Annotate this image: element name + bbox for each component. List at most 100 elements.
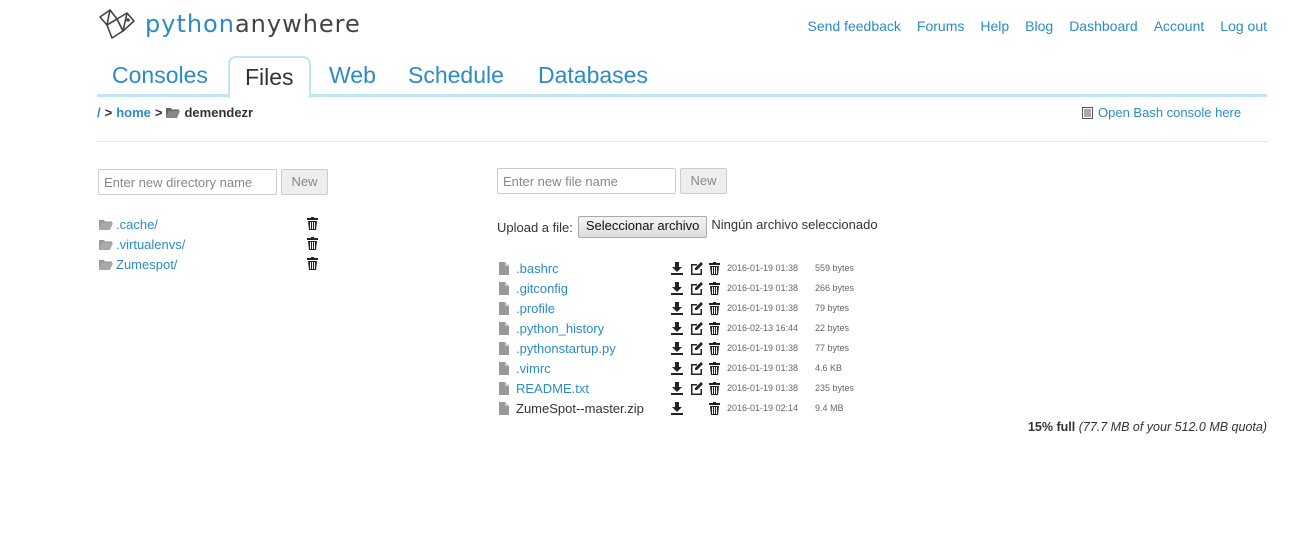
file-icon	[499, 322, 509, 335]
directory-link[interactable]: Zumespot/	[116, 257, 177, 272]
download-icon[interactable]	[671, 362, 683, 375]
file-size: 9.4 MB	[815, 403, 844, 413]
folder-open-icon	[166, 108, 181, 118]
delete-file-icon[interactable]	[709, 262, 720, 275]
quota-detail: (77.7 MB of your 512.0 MB quota)	[1078, 420, 1267, 434]
file-date: 2016-01-19 01:38	[727, 263, 799, 273]
folder-icon	[99, 259, 113, 270]
main-tabs: Consoles Files Web Schedule Databases	[97, 56, 1267, 98]
nav-help[interactable]: Help	[980, 18, 1009, 34]
logo[interactable]: pythonanywhere	[97, 6, 361, 42]
file-link[interactable]: README.txt	[516, 381, 589, 396]
new-file-button[interactable]: New	[680, 168, 727, 194]
file-date: 2016-01-19 02:14	[727, 403, 799, 413]
file-size: 77 bytes	[815, 343, 850, 353]
breadcrumb: / > home > demendezr	[97, 105, 253, 120]
directory-item: .virtualenvs/	[99, 235, 185, 253]
file-link[interactable]: .gitconfig	[516, 281, 568, 296]
directory-link[interactable]: .virtualenvs/	[116, 237, 185, 252]
file-link[interactable]: .python_history	[516, 321, 604, 336]
nav-forums[interactable]: Forums	[917, 18, 964, 34]
open-bash-console-link[interactable]: Open Bash console here	[1082, 105, 1241, 120]
download-icon[interactable]	[671, 322, 683, 335]
download-icon[interactable]	[671, 382, 683, 395]
nav-send-feedback[interactable]: Send feedback	[808, 18, 901, 34]
edit-icon[interactable]	[690, 302, 703, 315]
delete-file-icon[interactable]	[709, 342, 720, 355]
edit-icon[interactable]	[690, 282, 703, 295]
edit-icon[interactable]	[690, 322, 703, 335]
nav-account[interactable]: Account	[1154, 18, 1205, 34]
tab-databases[interactable]: Databases	[538, 56, 648, 94]
file-date: 2016-01-19 01:38	[727, 363, 799, 373]
file-row: .bashrc 2016-01-19 01:38 559 bytes	[499, 260, 919, 278]
file-row: README.txt 2016-01-19 01:38 235 bytes	[499, 380, 919, 398]
file-icon	[499, 402, 509, 415]
open-bash-console-label: Open Bash console here	[1098, 105, 1242, 120]
file-row: ZumeSpot--master.zip 2016-01-19 02:14 9.4 …	[499, 400, 919, 418]
file-link[interactable]: .profile	[516, 301, 555, 316]
upload-row: Upload a file: Seleccionar archivo Ningú…	[497, 216, 878, 238]
delete-directory-icon[interactable]	[307, 217, 318, 230]
top-nav: Send feedback Forums Help Blog Dashboard…	[808, 18, 1268, 34]
nav-blog[interactable]: Blog	[1025, 18, 1053, 34]
file-icon	[499, 282, 509, 295]
new-directory-input[interactable]	[98, 169, 277, 195]
python-anywhere-logo-icon	[99, 9, 135, 39]
delete-directory-icon[interactable]	[307, 237, 318, 250]
file-link[interactable]: .vimrc	[516, 361, 551, 376]
file-size: 235 bytes	[815, 383, 855, 393]
delete-file-icon[interactable]	[709, 382, 720, 395]
new-directory-button[interactable]: New	[281, 169, 328, 195]
file-link[interactable]: ZumeSpot--master.zip	[516, 401, 644, 416]
edit-icon[interactable]	[690, 342, 703, 355]
nav-logout[interactable]: Log out	[1220, 18, 1267, 34]
file-link[interactable]: .bashrc	[516, 261, 559, 276]
quota-status: 15% full (77.7 MB of your 512.0 MB quota…	[1028, 420, 1267, 434]
quota-percent: 15% full	[1027, 420, 1076, 434]
upload-label: Upload a file:	[497, 219, 573, 235]
edit-icon[interactable]	[690, 262, 703, 275]
download-icon[interactable]	[671, 262, 683, 275]
choose-file-button[interactable]: Seleccionar archivo	[577, 216, 708, 238]
file-size: 22 bytes	[815, 323, 850, 333]
nav-dashboard[interactable]: Dashboard	[1069, 18, 1138, 34]
directory-link[interactable]: .cache/	[116, 217, 158, 232]
delete-directory-icon[interactable]	[307, 257, 318, 270]
file-size: 266 bytes	[815, 283, 855, 293]
folder-icon	[99, 219, 113, 230]
download-icon[interactable]	[671, 282, 683, 295]
delete-file-icon[interactable]	[709, 282, 720, 295]
delete-file-icon[interactable]	[709, 362, 720, 375]
breadcrumb-separator: >	[104, 105, 113, 120]
file-date: 2016-02-13 16:44	[727, 323, 799, 333]
breadcrumb-home[interactable]: home	[116, 105, 151, 120]
tab-schedule[interactable]: Schedule	[408, 56, 504, 94]
tab-consoles[interactable]: Consoles	[112, 56, 208, 94]
file-size: 4.6 KB	[815, 363, 843, 373]
directory-item: .cache/	[99, 215, 158, 233]
download-icon[interactable]	[671, 302, 683, 315]
directory-item: Zumespot/	[99, 255, 177, 273]
file-date: 2016-01-19 01:38	[727, 303, 799, 313]
delete-file-icon[interactable]	[709, 322, 720, 335]
folder-icon	[99, 239, 113, 250]
brand-name: pythonanywhere	[145, 10, 361, 38]
file-link[interactable]: .pythonstartup.py	[516, 341, 616, 356]
file-icon	[499, 302, 509, 315]
file-row: .pythonstartup.py 2016-01-19 01:38 77 byte…	[499, 340, 919, 358]
download-icon[interactable]	[671, 342, 683, 355]
delete-file-icon[interactable]	[709, 402, 720, 415]
tab-web[interactable]: Web	[329, 56, 376, 94]
edit-icon[interactable]	[690, 362, 703, 375]
tab-files[interactable]: Files	[228, 56, 311, 98]
breadcrumb-root[interactable]: /	[97, 105, 101, 120]
download-icon[interactable]	[671, 402, 683, 415]
upload-status: Ningún archivo seleccionado	[711, 216, 878, 232]
divider	[97, 141, 1267, 142]
file-date: 2016-01-19 01:38	[727, 283, 799, 293]
edit-icon[interactable]	[690, 382, 703, 395]
new-file-input[interactable]	[497, 168, 676, 194]
file-row: .vimrc 2016-01-19 01:38 4.6 KB	[499, 360, 919, 378]
delete-file-icon[interactable]	[709, 302, 720, 315]
